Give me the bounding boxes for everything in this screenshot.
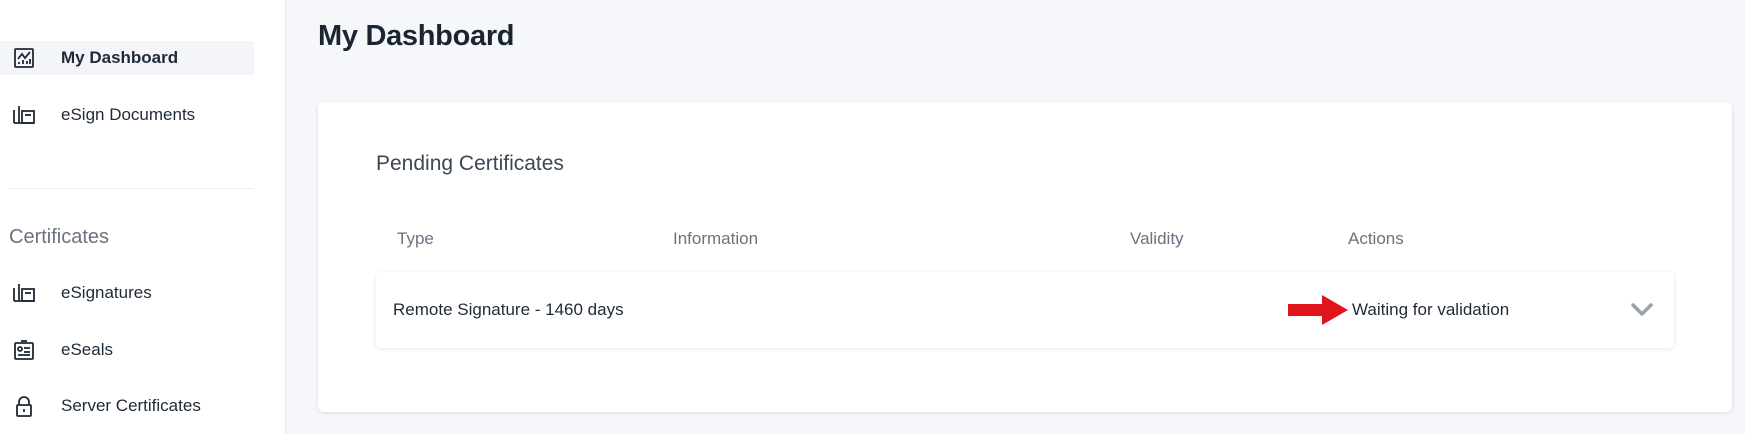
sidebar-item-server-certificates[interactable]: Server Certificates <box>0 389 254 423</box>
sidebar-item-esignatures[interactable]: eSignatures <box>0 276 254 310</box>
cell-action-status: Waiting for validation <box>1352 300 1510 319</box>
sidebar-divider <box>8 188 254 189</box>
sidebar-item-label: My Dashboard <box>61 48 179 67</box>
sidebar-item-label: eSign Documents <box>61 105 196 124</box>
main-content: My Dashboard Pending Certificates Type I… <box>286 0 1745 434</box>
pending-certificates-card: Pending Certificates Type Information Va… <box>318 102 1732 412</box>
chart-icon <box>12 46 36 70</box>
sidebar-item-eseals[interactable]: eSeals <box>0 333 254 367</box>
sidebar: My Dashboard eSign Documents Certificate… <box>0 0 286 434</box>
table-row[interactable]: Remote Signature - 1460 days Waiting for… <box>376 272 1674 348</box>
document-sign-icon <box>12 281 36 305</box>
seal-icon <box>12 338 36 362</box>
sidebar-item-my-dashboard[interactable]: My Dashboard <box>0 41 254 75</box>
column-header-actions: Actions <box>1348 229 1404 248</box>
sidebar-item-label: eSeals <box>61 340 113 359</box>
sidebar-item-label: Server Certificates <box>61 396 201 415</box>
column-header-type: Type <box>397 229 434 248</box>
cell-type: Remote Signature - 1460 days <box>393 300 624 319</box>
page-title: My Dashboard <box>318 20 515 52</box>
column-header-information: Information <box>673 229 759 248</box>
chevron-down-icon[interactable] <box>1628 296 1656 324</box>
sidebar-item-label: eSignatures <box>61 283 152 302</box>
document-sign-icon <box>12 103 36 127</box>
app: My Dashboard eSign Documents Certificate… <box>0 0 1745 434</box>
sidebar-item-esign-documents[interactable]: eSign Documents <box>0 98 254 132</box>
sidebar-section-title: Certificates <box>9 226 110 248</box>
column-header-validity: Validity <box>1130 229 1184 248</box>
lock-icon <box>12 394 36 418</box>
card-title: Pending Certificates <box>376 152 564 175</box>
annotation-arrow-icon <box>1288 295 1348 325</box>
